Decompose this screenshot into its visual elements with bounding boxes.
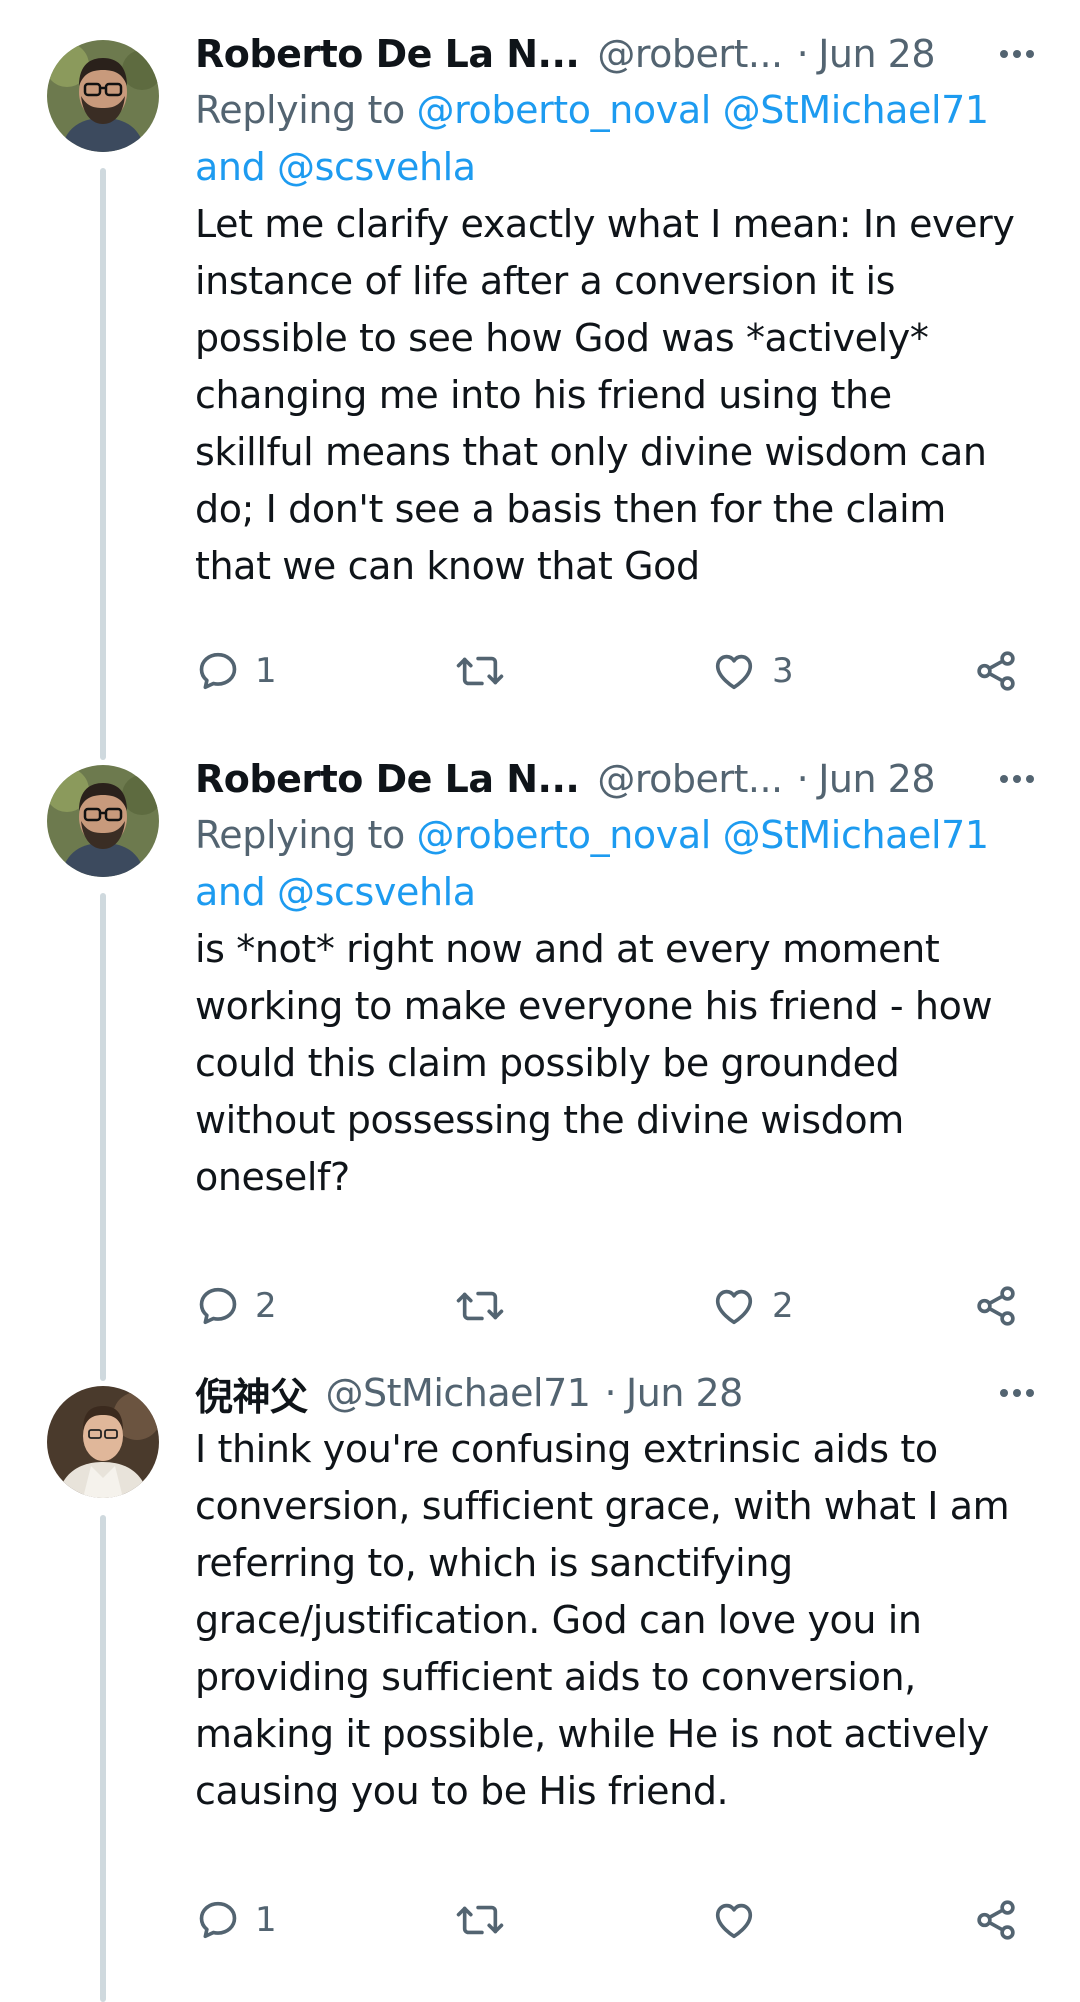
share-icon xyxy=(977,651,1015,691)
share-button[interactable] xyxy=(973,1276,1019,1336)
retweet-button[interactable] xyxy=(455,1890,519,1950)
reply-button[interactable]: 1 xyxy=(195,1890,277,1950)
avatar[interactable] xyxy=(47,40,159,152)
like-button[interactable] xyxy=(710,1890,772,1950)
heart-icon xyxy=(715,654,753,690)
separator-dot: · xyxy=(796,757,809,801)
reply-count: 1 xyxy=(255,1900,277,1940)
share-button[interactable] xyxy=(973,641,1019,701)
like-count: 3 xyxy=(772,651,794,691)
tweet-date[interactable]: Jun 28 xyxy=(626,1371,743,1415)
author-handle[interactable]: @robert... xyxy=(597,32,783,76)
reply-count: 2 xyxy=(255,1286,277,1326)
avatar[interactable] xyxy=(47,1386,159,1498)
tweet-text: Let me clarify exactly what I mean: In e… xyxy=(195,202,1015,588)
mention-link[interactable]: @StMichael71 xyxy=(723,813,990,857)
tweet-header: Roberto De La N... @robert... · Jun 28 xyxy=(195,26,1040,82)
mention-link[interactable]: @StMichael71 xyxy=(723,88,990,132)
replying-prefix: Replying to xyxy=(195,88,405,132)
retweet-icon xyxy=(456,656,504,686)
author-name[interactable]: 倪神父 xyxy=(195,1366,308,1421)
tweet-actions: 1 xyxy=(195,1890,1025,1950)
more-options-icon[interactable] xyxy=(1000,26,1034,82)
share-button[interactable] xyxy=(973,1890,1019,1950)
tweet-header: Roberto De La N... @robert... · Jun 28 xyxy=(195,751,1040,807)
tweet-actions: 1 3 xyxy=(195,641,1025,701)
share-icon xyxy=(977,1900,1015,1940)
retweet-icon xyxy=(456,1905,504,1935)
tweet-text: I think you're confusing extrinsic aids … xyxy=(195,1427,1010,1813)
author-name[interactable]: Roberto De La N... xyxy=(195,757,580,801)
separator-dot: · xyxy=(604,1371,617,1415)
replying-prefix: Replying to xyxy=(195,813,405,857)
author-handle[interactable]: @robert... xyxy=(597,757,783,801)
replying-to: Replying to @roberto_noval @StMichael71 … xyxy=(195,82,1040,196)
mention-link[interactable]: @scsvehla xyxy=(277,145,476,189)
retweet-button[interactable] xyxy=(455,1276,519,1336)
reply-button[interactable]: 2 xyxy=(195,1276,277,1336)
like-button[interactable]: 3 xyxy=(710,641,794,701)
more-options-icon[interactable] xyxy=(1000,1365,1034,1421)
like-count: 2 xyxy=(772,1286,794,1326)
reply-icon xyxy=(199,652,237,690)
mention-and: and xyxy=(195,145,266,189)
heart-icon xyxy=(715,1903,753,1939)
tweet-header: 倪神父 @StMichael71 · Jun 28 xyxy=(195,1365,1040,1421)
heart-icon xyxy=(715,1289,753,1325)
mention-link[interactable]: @roberto_noval xyxy=(417,88,712,132)
mention-and: and xyxy=(195,870,266,914)
more-options-icon[interactable] xyxy=(1000,751,1034,807)
thread-line xyxy=(100,168,106,760)
tweet-date[interactable]: Jun 28 xyxy=(818,32,935,76)
mention-link[interactable]: @scsvehla xyxy=(277,870,476,914)
tweet-text: is *not* right now and at every moment w… xyxy=(195,927,993,1199)
mention-link[interactable]: @roberto_noval xyxy=(417,813,712,857)
tweet-actions: 2 2 xyxy=(195,1276,1025,1336)
separator-dot: · xyxy=(796,32,809,76)
thread-line xyxy=(100,1515,106,2002)
reply-icon xyxy=(199,1287,237,1325)
retweet-button[interactable] xyxy=(455,641,519,701)
reply-button[interactable]: 1 xyxy=(195,641,277,701)
like-button[interactable]: 2 xyxy=(710,1276,794,1336)
share-icon xyxy=(977,1286,1015,1326)
reply-count: 1 xyxy=(255,651,277,691)
avatar[interactable] xyxy=(47,765,159,877)
tweet-date[interactable]: Jun 28 xyxy=(818,757,935,801)
author-name[interactable]: Roberto De La N... xyxy=(195,32,580,76)
thread-line xyxy=(100,893,106,1381)
reply-icon xyxy=(199,1901,237,1939)
author-handle[interactable]: @StMichael71 xyxy=(326,1371,591,1415)
retweet-icon xyxy=(456,1291,504,1321)
replying-to: Replying to @roberto_noval @StMichael71 … xyxy=(195,807,1040,921)
